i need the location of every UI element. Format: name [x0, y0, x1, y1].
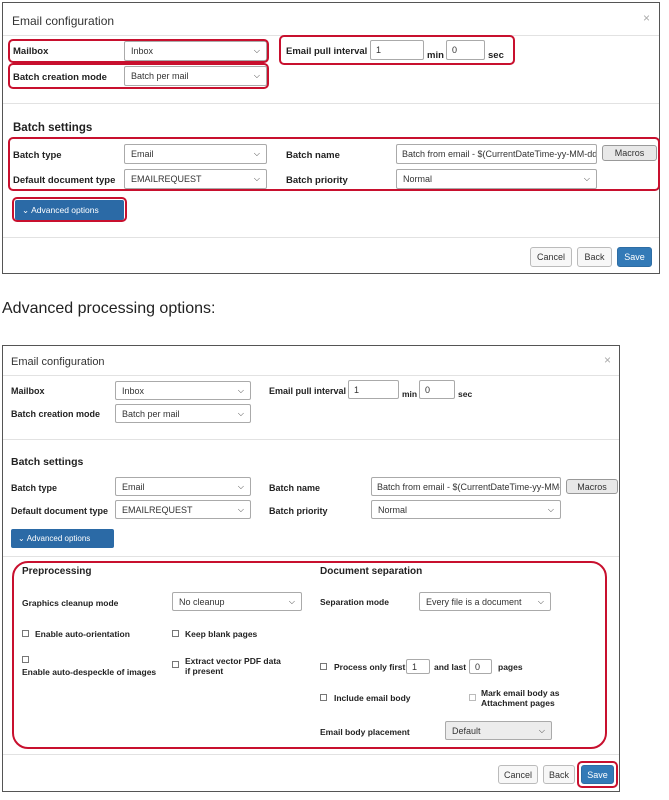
default-document-type-value: EMAILREQUEST: [122, 504, 193, 515]
chevron-down-icon: ⌵: [547, 504, 554, 514]
highlight-email-pull-interval: [279, 35, 515, 65]
batch-creation-mode-value: Batch per mail: [122, 408, 180, 419]
macros-button[interactable]: Macros: [566, 479, 618, 494]
batch-type-label: Batch type: [11, 483, 58, 493]
cancel-button[interactable]: Cancel: [530, 247, 572, 267]
back-button[interactable]: Back: [577, 247, 612, 267]
advanced-options-button[interactable]: ⌄ Advanced options: [11, 529, 114, 548]
dialog-title: Email configuration: [11, 356, 105, 368]
highlight-mailbox: [8, 39, 269, 63]
min-unit-label: min: [402, 389, 418, 399]
batch-name-label: Batch name: [269, 483, 321, 493]
save-button[interactable]: Save: [617, 247, 652, 267]
email-pull-interval-label: Email pull interval: [269, 386, 347, 396]
chevron-down-icon: ⌵: [237, 385, 244, 395]
batch-type-select[interactable]: Email ⌵: [115, 477, 251, 496]
advanced-processing-caption: Advanced processing options:: [2, 300, 216, 317]
dialog-title: Email configuration: [12, 14, 115, 28]
divider: [3, 103, 659, 104]
highlight-save-button: [577, 761, 618, 788]
highlight-batch-creation-mode: [8, 63, 269, 89]
pull-interval-min-input[interactable]: 1: [348, 380, 399, 399]
divider: [3, 237, 659, 238]
highlight-batch-settings: [8, 137, 660, 191]
chevron-down-icon: ⌵: [237, 504, 244, 514]
chevron-down-icon: ⌄: [18, 534, 25, 543]
pull-interval-sec-input[interactable]: 0: [419, 380, 455, 399]
batch-type-value: Email: [122, 481, 145, 492]
batch-settings-heading: Batch settings: [11, 456, 84, 468]
email-config-dialog-bottom: Email configuration × Mailbox Inbox ⌵ Bat…: [2, 345, 620, 792]
mailbox-label: Mailbox: [11, 386, 45, 396]
default-document-type-select[interactable]: EMAILREQUEST ⌵: [115, 500, 251, 519]
batch-creation-mode-select[interactable]: Batch per mail ⌵: [115, 404, 251, 423]
highlight-advanced-processing: [12, 561, 607, 749]
close-icon[interactable]: ×: [604, 353, 611, 367]
email-config-dialog-top: Email configuration × Mailbox Inbox ⌵ Bat…: [2, 2, 660, 274]
close-icon[interactable]: ×: [643, 11, 650, 25]
sec-unit-label: sec: [458, 389, 473, 399]
divider: [3, 754, 619, 755]
advanced-options-label: Advanced options: [26, 534, 91, 543]
chevron-down-icon: ⌵: [237, 481, 244, 491]
batch-priority-value: Normal: [378, 504, 408, 515]
chevron-down-icon: ⌵: [237, 408, 244, 418]
batch-priority-select[interactable]: Normal ⌵: [371, 500, 561, 519]
divider: [3, 439, 619, 440]
cancel-button[interactable]: Cancel: [498, 765, 538, 784]
default-document-type-label: Default document type: [11, 506, 109, 516]
batch-priority-label: Batch priority: [269, 506, 328, 516]
batch-creation-mode-label: Batch creation mode: [11, 409, 101, 419]
mailbox-value: Inbox: [122, 385, 145, 396]
highlight-advanced-options: [12, 197, 127, 222]
divider: [3, 556, 619, 557]
back-button[interactable]: Back: [543, 765, 575, 784]
batch-name-input[interactable]: Batch from email - $(CurrentDateTime-yy-…: [371, 477, 561, 496]
mailbox-select[interactable]: Inbox ⌵: [115, 381, 251, 400]
divider: [3, 375, 619, 376]
batch-settings-heading: Batch settings: [13, 122, 93, 134]
